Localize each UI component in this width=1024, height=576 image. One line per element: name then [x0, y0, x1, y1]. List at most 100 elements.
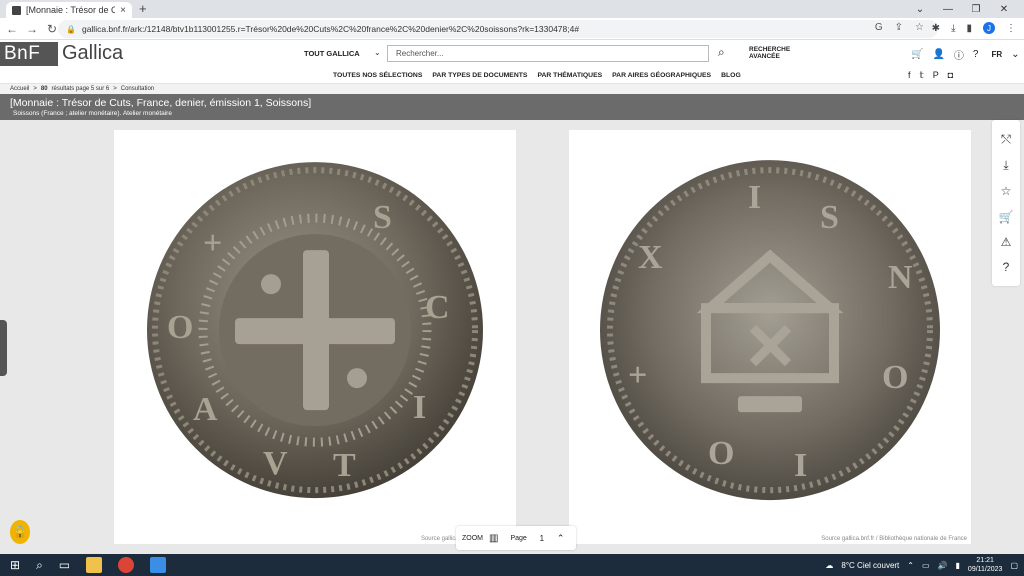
- sidepanel-icon[interactable]: ▮: [966, 23, 972, 34]
- unlock-icon[interactable]: 🔓: [10, 520, 30, 544]
- clock-time: 21:21: [976, 557, 994, 564]
- weather-text[interactable]: 8°C Ciel couvert: [841, 561, 899, 570]
- chevron-down-icon[interactable]: ⌄: [1011, 49, 1019, 60]
- browser-tab[interactable]: [Monnaie : Trésor de Cuts, Franc ×: [6, 2, 132, 18]
- url-text: gallica.bnf.fr/ark:/12148/btv1b113001255…: [81, 24, 580, 34]
- browser-tab-bar: [Monnaie : Trésor de Cuts, Franc × + ⌄ —…: [0, 0, 1024, 18]
- tab-search-icon[interactable]: ⌄: [906, 0, 934, 18]
- svg-text:+: +: [203, 225, 222, 262]
- facebook-icon[interactable]: f: [908, 70, 911, 81]
- windows-start-icon[interactable]: ⊞: [10, 558, 20, 572]
- svg-text:T: T: [333, 447, 356, 484]
- minimize-icon[interactable]: —: [934, 0, 962, 18]
- panel-toggle-handle[interactable]: [0, 320, 7, 376]
- file-explorer-icon[interactable]: [86, 557, 103, 573]
- basket-icon[interactable]: 🛒: [911, 49, 923, 60]
- pinterest-icon[interactable]: P: [933, 70, 939, 81]
- nav-blog[interactable]: BLOG: [721, 72, 741, 79]
- image-viewer[interactable]: + O S C I V A T Source gallica.bnf.fr / Bibli…: [0, 120, 1024, 554]
- lock-icon[interactable]: 🔒: [66, 25, 76, 34]
- coin-obverse-page[interactable]: +OS CIV AT Source gallica.bnf.fr / Bibli…: [114, 130, 516, 544]
- cart-icon[interactable]: 🛒: [999, 210, 1014, 224]
- search-icon[interactable]: ⌕: [718, 45, 725, 60]
- svg-text:C: C: [425, 289, 450, 326]
- close-tab-icon[interactable]: ×: [120, 5, 126, 16]
- share-icon[interactable]: ⤲: [1001, 132, 1011, 147]
- bnf-logo[interactable]: BnF: [0, 42, 58, 66]
- search-input[interactable]: [387, 45, 709, 62]
- svg-text:X: X: [638, 239, 663, 276]
- coin-obverse-image: + O S C I V A T: [147, 162, 483, 499]
- svg-text:A: A: [193, 391, 218, 428]
- nav-document-types[interactable]: PAR TYPES DE DOCUMENTS: [432, 72, 527, 79]
- report-warning-icon[interactable]: ⚠: [1001, 235, 1012, 249]
- photos-app-icon[interactable]: [150, 557, 167, 573]
- viewer-toolbar: ⤲ ⤓ ☆ 🛒 ⚠ ?: [992, 120, 1020, 286]
- task-view-icon[interactable]: ▭: [59, 558, 70, 572]
- chevron-up-icon[interactable]: ⌃: [557, 533, 565, 544]
- user-icon[interactable]: 👤: [932, 49, 944, 60]
- back-icon[interactable]: ←: [4, 22, 20, 36]
- address-bar: ← → ↻ 🔒 gallica.bnf.fr/ark:/12148/btv1b1…: [0, 18, 1024, 40]
- twitter-icon[interactable]: 𝕥: [920, 70, 924, 81]
- breadcrumb-separator: >: [113, 86, 117, 92]
- svg-text:I: I: [794, 447, 807, 484]
- language-select[interactable]: FR: [991, 50, 1002, 59]
- google-icon[interactable]: G: [875, 22, 883, 33]
- gallica-logo[interactable]: Gallica: [62, 42, 123, 65]
- nav-themes[interactable]: PAR THÉMATIQUES: [537, 72, 602, 79]
- share-icon[interactable]: ⇪: [895, 22, 903, 33]
- weather-icon[interactable]: ☁: [825, 561, 833, 570]
- header-icons: 🛒 👤 ⓘ ? FR ⌄: [911, 47, 1020, 62]
- nav-selections[interactable]: TOUTES NOS SÉLECTIONS: [333, 72, 422, 79]
- network-icon[interactable]: ▭: [922, 561, 930, 570]
- social-links: f 𝕥 P ◘: [908, 70, 953, 81]
- download-icon[interactable]: ⤓: [1003, 158, 1008, 173]
- zoom-button[interactable]: ZOOM: [462, 535, 483, 542]
- breadcrumb-home[interactable]: Accueil: [10, 86, 29, 92]
- document-title-bar: [Monnaie : Trésor de Cuts, France, denie…: [0, 94, 1024, 120]
- svg-text:S: S: [373, 199, 392, 236]
- menu-icon[interactable]: ⋮: [1006, 23, 1016, 34]
- extensions-icon[interactable]: ✱: [932, 23, 940, 34]
- chevron-down-icon[interactable]: ⌄: [374, 48, 381, 57]
- breadcrumb-separator: >: [33, 86, 37, 92]
- breadcrumb-current: Consultation: [120, 86, 155, 92]
- info-icon[interactable]: ⓘ: [954, 47, 964, 62]
- help-icon[interactable]: ?: [973, 49, 979, 60]
- download-icon[interactable]: ⤓: [951, 23, 955, 34]
- right-source-credit: Source gallica.bnf.fr / Bibliothèque nat…: [821, 536, 967, 542]
- bookmark-star-icon[interactable]: ☆: [915, 22, 924, 33]
- help-icon[interactable]: ?: [1003, 260, 1010, 274]
- svg-text:S: S: [820, 199, 839, 236]
- search-scope-select[interactable]: TOUT GALLICA: [304, 49, 360, 58]
- profile-avatar[interactable]: J: [983, 22, 995, 34]
- restore-icon[interactable]: ❐: [962, 0, 990, 18]
- nav-geographic[interactable]: PAR AIRES GÉOGRAPHIQUES: [612, 72, 711, 79]
- results-count[interactable]: 80: [41, 86, 48, 92]
- new-tab-button[interactable]: +: [139, 1, 147, 16]
- bnf-logo-text: BnF: [4, 43, 41, 64]
- taskbar-search-icon[interactable]: ⌕: [36, 558, 43, 573]
- url-field[interactable]: 🔒 gallica.bnf.fr/ark:/12148/btv1b1130012…: [58, 20, 938, 38]
- clock[interactable]: 21:21 09/11/2023: [968, 556, 1003, 574]
- dual-page-icon[interactable]: ▥: [489, 533, 498, 544]
- volume-icon[interactable]: 🔊: [938, 561, 948, 570]
- close-window-icon[interactable]: ✕: [990, 0, 1018, 18]
- favorite-star-icon[interactable]: ☆: [1001, 184, 1012, 198]
- chrome-icon[interactable]: [118, 557, 135, 573]
- omnibox-actions: G ⇪ ☆: [875, 22, 924, 33]
- advanced-search-link[interactable]: RECHERCHE AVANCÉE: [749, 46, 799, 60]
- battery-icon[interactable]: ▮: [956, 561, 960, 570]
- instagram-icon[interactable]: ◘: [948, 70, 953, 81]
- breadcrumb-results[interactable]: résultats page 5 sur 6: [52, 86, 110, 92]
- tray-chevron-icon[interactable]: ⌃: [907, 561, 914, 570]
- taskbar-apps: ⊞ ⌕ ▭: [10, 557, 167, 573]
- coin-reverse-page[interactable]: X S N O I O + I Source gallica.bnf.fr / Bibli…: [569, 130, 971, 544]
- notification-icon[interactable]: ▢: [1010, 561, 1018, 570]
- page-number-input[interactable]: 1: [533, 534, 551, 543]
- system-tray: ☁ 8°C Ciel couvert ⌃ ▭ 🔊 ▮ 21:21 09/11/2…: [825, 556, 1018, 574]
- zoom-page-control: ZOOM ▥ Page 1 ⌃: [456, 526, 576, 550]
- svg-text:O: O: [167, 309, 193, 346]
- forward-icon[interactable]: →: [24, 22, 40, 36]
